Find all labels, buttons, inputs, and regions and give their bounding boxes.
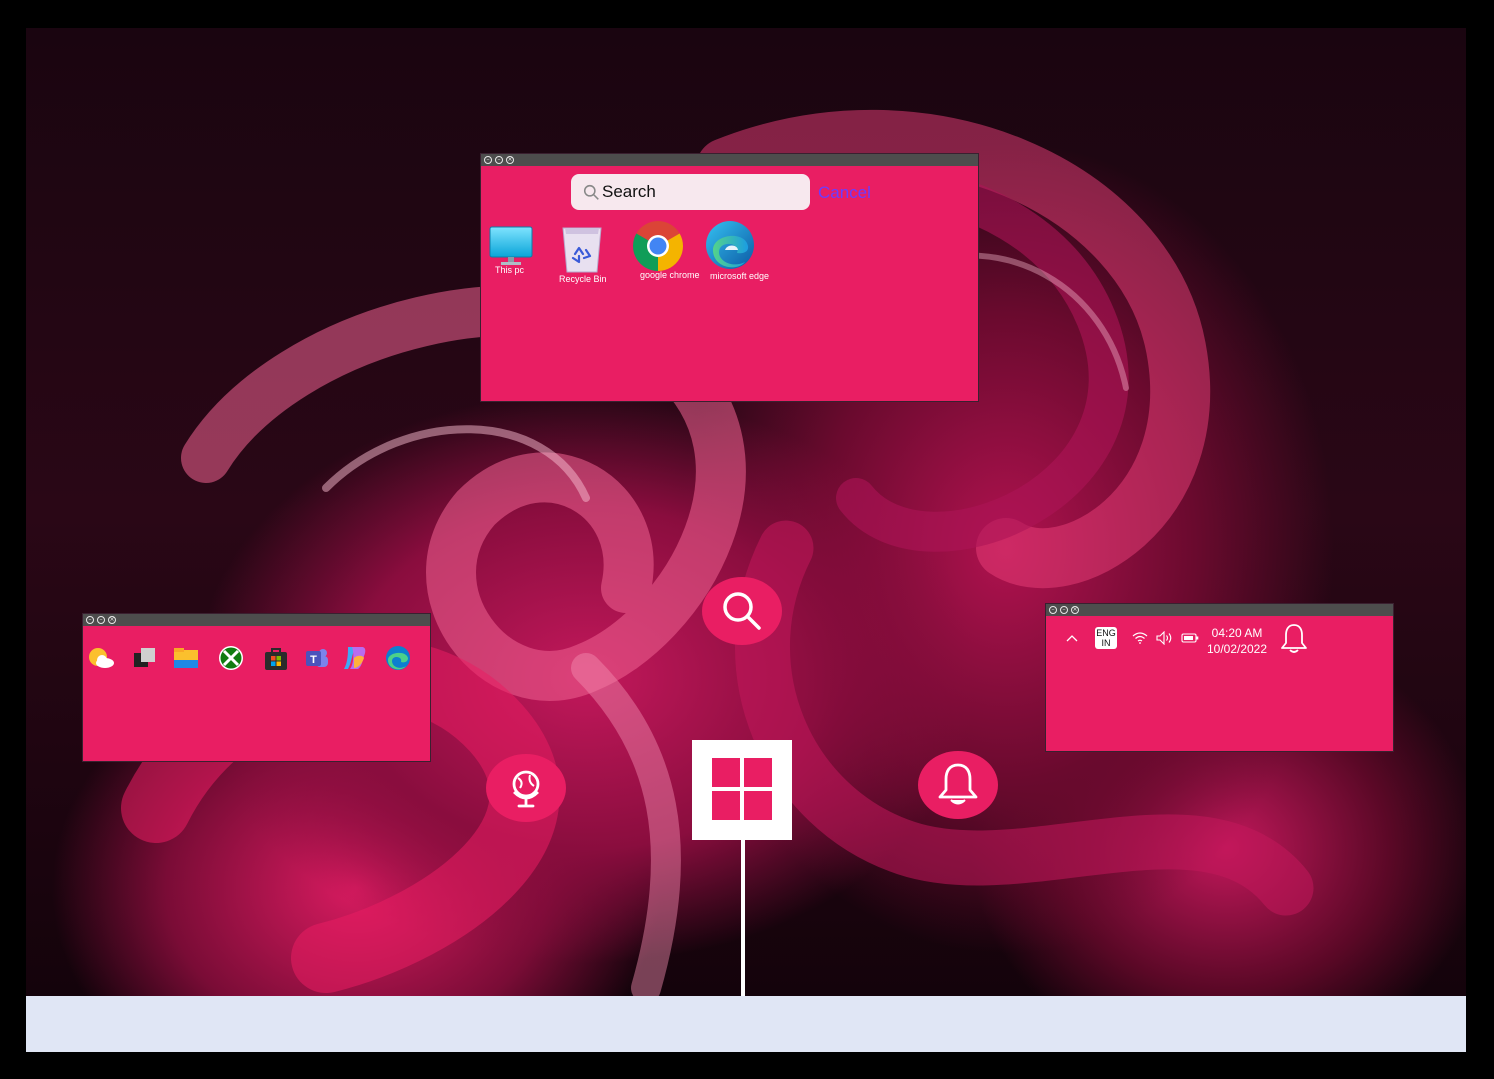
language-code: ENG — [1096, 628, 1116, 638]
desktop-icon-label: google chrome — [640, 270, 700, 280]
desktop-icon-label: microsoft edge — [710, 271, 770, 281]
weather-icon[interactable] — [87, 644, 115, 672]
tray-window-titlebar[interactable]: – – × — [1046, 604, 1393, 616]
start-button[interactable] — [692, 740, 792, 840]
maximize-icon[interactable]: – — [97, 616, 105, 624]
search-button[interactable] — [702, 577, 782, 645]
search-icon — [583, 184, 599, 200]
notification-bell-icon[interactable] — [1279, 623, 1309, 655]
globe-icon — [512, 770, 540, 808]
maximize-icon[interactable]: – — [495, 156, 503, 164]
clock[interactable]: 04:20 AM 10/02/2022 — [1204, 625, 1270, 657]
windows-logo-icon — [712, 758, 772, 820]
search-window-titlebar[interactable]: – – × — [481, 154, 978, 166]
close-icon[interactable]: × — [1071, 606, 1079, 614]
language-indicator[interactable]: ENG IN — [1095, 627, 1117, 649]
file-explorer-icon[interactable] — [172, 644, 200, 672]
language-region: IN — [1101, 638, 1111, 648]
teams-icon[interactable]: T — [303, 644, 331, 672]
taskbar[interactable] — [26, 996, 1466, 1052]
search-field[interactable] — [571, 174, 810, 210]
monitor-icon — [489, 226, 533, 265]
minimize-icon[interactable]: – — [484, 156, 492, 164]
desktop-icon-label: This pc — [495, 265, 525, 275]
minimize-icon[interactable]: – — [86, 616, 94, 624]
battery-icon[interactable] — [1181, 633, 1199, 643]
recycle-bin-icon — [562, 227, 602, 273]
desktop-icon-google-chrome[interactable]: google chrome — [632, 220, 700, 280]
task-view-icon[interactable] — [131, 644, 159, 672]
clock-time: 04:20 AM — [1211, 626, 1263, 640]
apps-window-titlebar[interactable]: – – × — [83, 614, 430, 626]
desktop-icon-recycle-bin[interactable]: Recycle Bin — [559, 226, 607, 284]
system-tray-window: – – × ENG IN 04:20 AM 10/02/2022 — [1045, 603, 1394, 752]
clock-date: 10/02/2022 — [1206, 642, 1268, 656]
desktop-icon-this-pc[interactable]: This pc — [489, 226, 533, 275]
svg-text:T: T — [310, 654, 317, 666]
edge-icon — [706, 221, 754, 269]
close-icon[interactable]: × — [108, 616, 116, 624]
volume-icon[interactable] — [1156, 631, 1174, 645]
search-input[interactable] — [602, 182, 802, 202]
widgets-button[interactable] — [486, 754, 566, 822]
microsoft-store-icon[interactable] — [262, 644, 290, 672]
chrome-icon — [633, 221, 683, 271]
desktop-icon-microsoft-edge[interactable]: microsoft edge — [705, 220, 770, 281]
wifi-icon[interactable] — [1132, 632, 1148, 644]
search-window: – – × Cancel This pc Recycle Bin — [480, 153, 979, 402]
pinned-apps-window: – – × T — [82, 613, 431, 762]
bell-icon — [938, 763, 978, 805]
edge-icon[interactable] — [384, 644, 412, 672]
notifications-button[interactable] — [918, 751, 998, 819]
desktop-icon-label: Recycle Bin — [559, 274, 607, 284]
copilot-icon[interactable] — [340, 644, 368, 672]
minimize-icon[interactable]: – — [1049, 606, 1057, 614]
chevron-up-icon[interactable] — [1066, 634, 1078, 642]
maximize-icon[interactable]: – — [1060, 606, 1068, 614]
xbox-icon[interactable] — [217, 644, 245, 672]
cancel-button[interactable]: Cancel — [818, 183, 871, 203]
start-connector-line — [741, 840, 745, 996]
search-icon — [723, 592, 761, 630]
close-icon[interactable]: × — [506, 156, 514, 164]
